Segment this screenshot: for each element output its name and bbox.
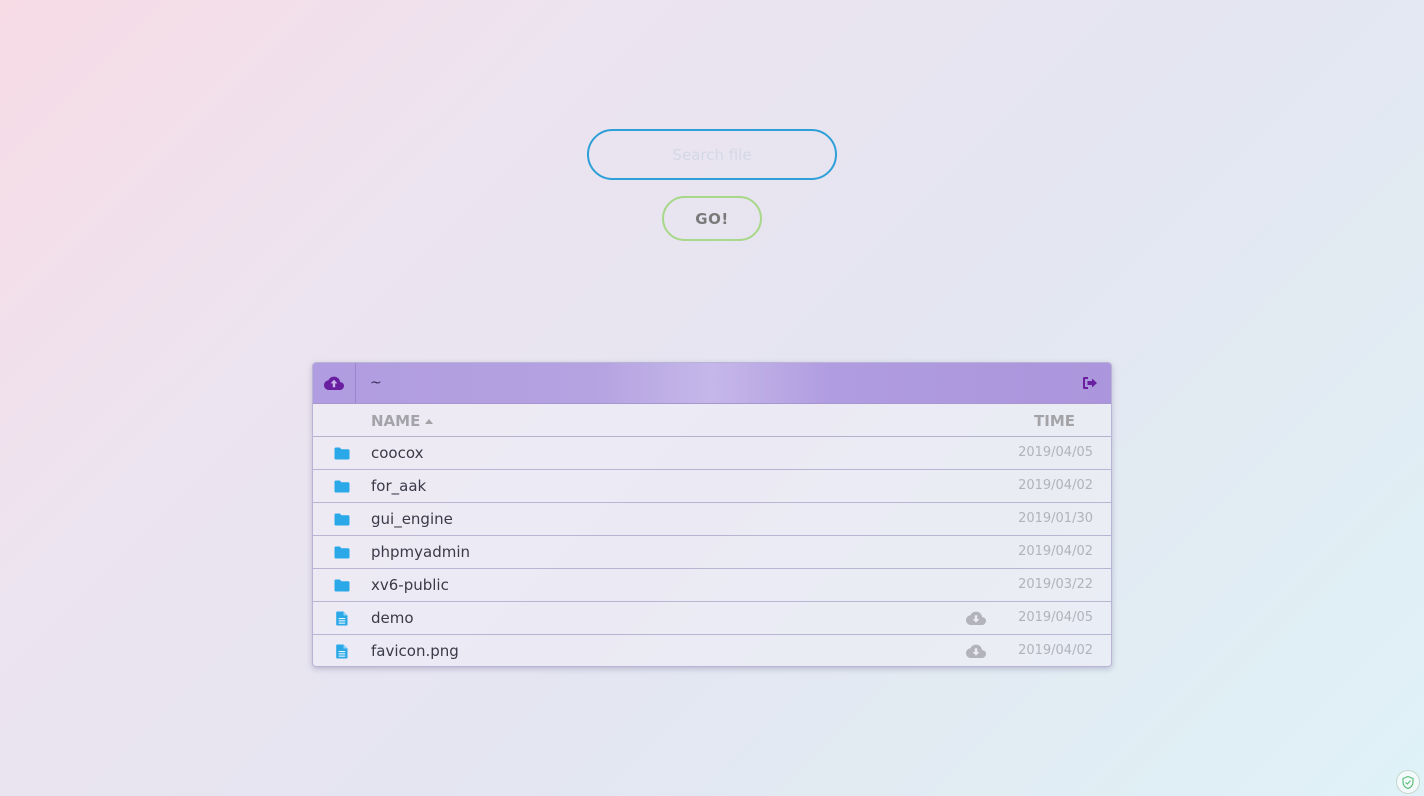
- file-row[interactable]: demo 2019/04/05: [313, 602, 1111, 635]
- file-name[interactable]: gui_engine: [371, 510, 453, 528]
- logout-button[interactable]: [1081, 374, 1099, 392]
- file-list: coocox 2019/04/05 for_aak 2019/04/02 gui_eng…: [313, 437, 1111, 666]
- cloud-upload-icon: [324, 376, 344, 390]
- file-row[interactable]: favicon.png 2019/04/02: [313, 635, 1111, 666]
- file-row[interactable]: for_aak 2019/04/02: [313, 470, 1111, 503]
- file-row[interactable]: coocox 2019/04/05: [313, 437, 1111, 470]
- file-time: 2019/04/05: [1018, 610, 1093, 625]
- column-name-label: NAME: [371, 412, 421, 430]
- folder-icon: [333, 446, 351, 461]
- file-name[interactable]: xv6-public: [371, 576, 449, 594]
- file-time: 2019/04/05: [1018, 445, 1093, 460]
- cloud-download-icon[interactable]: [965, 643, 987, 659]
- file-row[interactable]: gui_engine 2019/01/30: [313, 503, 1111, 536]
- file-time: 2019/03/22: [1018, 577, 1093, 592]
- file-time: 2019/04/02: [1018, 643, 1093, 658]
- search-box[interactable]: [587, 129, 837, 180]
- file-name[interactable]: for_aak: [371, 477, 426, 495]
- go-button[interactable]: GO!: [662, 196, 762, 241]
- current-path: ~: [370, 375, 382, 391]
- file-time: 2019/04/02: [1018, 478, 1093, 493]
- file-name[interactable]: favicon.png: [371, 642, 459, 660]
- file-time: 2019/04/02: [1018, 544, 1093, 559]
- file-name[interactable]: coocox: [371, 444, 423, 462]
- folder-icon: [333, 578, 351, 593]
- column-time-header[interactable]: TIME: [1034, 412, 1075, 430]
- file-time: 2019/01/30: [1018, 511, 1093, 526]
- upload-button[interactable]: [313, 363, 356, 403]
- cloud-download-icon[interactable]: [965, 610, 987, 626]
- folder-icon: [333, 512, 351, 527]
- column-name-header[interactable]: NAME: [371, 412, 434, 430]
- file-row[interactable]: xv6-public 2019/03/22: [313, 569, 1111, 602]
- file-row[interactable]: phpmyadmin 2019/04/02: [313, 536, 1111, 569]
- file-icon: [333, 611, 351, 626]
- panel-header: ~: [313, 363, 1111, 404]
- sign-out-icon: [1083, 377, 1097, 389]
- file-name[interactable]: phpmyadmin: [371, 543, 470, 561]
- file-name[interactable]: demo: [371, 609, 414, 627]
- shield-check-icon: [1396, 770, 1420, 794]
- column-header-row: NAME TIME: [313, 404, 1111, 437]
- file-browser-panel: ~ NAME TIME coocox 2019/04/05 for_aak 2019/…: [312, 362, 1112, 667]
- folder-icon: [333, 479, 351, 494]
- file-icon: [333, 644, 351, 659]
- folder-icon: [333, 545, 351, 560]
- sort-asc-icon: [425, 418, 434, 424]
- search-input[interactable]: [610, 144, 814, 165]
